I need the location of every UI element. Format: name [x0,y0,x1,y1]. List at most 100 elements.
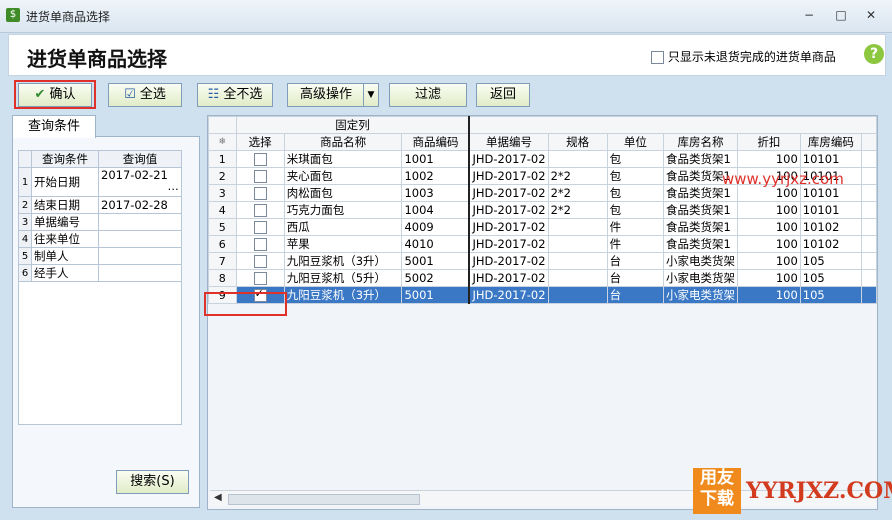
scroll-left-icon[interactable]: ◀ [214,492,222,503]
column-filler [860,286,877,304]
cell-spec [547,235,608,253]
header-spacer [468,116,877,134]
row-checkbox[interactable] [253,272,267,285]
cell-scode: 105 [799,252,862,270]
cell-unit: 台 [606,252,665,270]
query-row[interactable]: 6 经手人 [18,264,182,282]
query-condition-cell: 经手人 [31,264,99,282]
watermark-domain: YYRJXZ.COM [746,478,892,504]
query-value-cell[interactable]: 2017-02-21 ⋯ [98,167,182,197]
column-header-store[interactable]: 库房名称 [663,133,739,151]
tab-query-conditions[interactable]: 查询条件 [12,115,96,138]
column-header-name[interactable]: 商品名称 [283,133,403,151]
select-cell[interactable] [235,201,285,219]
table-row[interactable]: 4 巧克力面包 1004 JHD-2017-02 2*2 包食品类货架1 100 10101 [208,201,877,219]
select-cell[interactable] [235,252,285,270]
scroll-thumb[interactable] [228,494,420,505]
select-cell[interactable] [235,150,285,168]
unreturned-only-checkbox[interactable]: 只显示未退货完成的进货单商品 [651,48,836,65]
table-row[interactable]: 9九阳豆浆机（3升）5001JHD-2017-02台小家电类货架100105 [208,286,877,304]
column-header-unit[interactable]: 单位 [606,133,665,151]
filter-button[interactable]: 过滤 [389,83,467,107]
select-none-button[interactable]: ☷ 全不选 [197,83,273,107]
row-number: 1 [208,150,237,168]
select-cell[interactable] [235,269,285,287]
column-header-bill[interactable]: 单据编号 [468,133,549,151]
checkbox-box[interactable] [651,51,664,64]
row-number: 3 [18,213,32,231]
row-checkbox[interactable] [253,221,267,234]
cell-store: 小家电类货架 [663,286,739,304]
page-title: 进货单商品选择 [27,47,167,71]
cell-bill: JHD-2017-02 [468,235,549,253]
maximize-button[interactable]: □ [832,8,850,22]
query-value-cell[interactable]: 2017-02-28 [98,196,182,214]
row-checkbox[interactable] [253,187,267,200]
snowflake-icon[interactable]: ❄ [208,133,237,151]
column-header-discount[interactable]: 折扣 [737,133,801,151]
column-filler [860,235,877,253]
cell-name: 九阳豆浆机（5升） [283,269,403,287]
table-row[interactable]: 1 米琪面包 1001 JHD-2017-02 包食品类货架1 100 10101 [208,150,877,168]
query-row[interactable]: 1 开始日期 2017-02-21 ⋯ [18,167,182,197]
advanced-ops-button[interactable]: 高级操作 ▼ [287,83,379,107]
cell-code: 4009 [401,218,471,236]
watermark-url: www.yyrjxz.com [722,170,844,188]
cell-code: 1002 [401,167,471,185]
cell-code: 1004 [401,201,471,219]
column-header-spec[interactable]: 规格 [547,133,608,151]
query-value-cell[interactable] [98,230,182,248]
ellipsis-icon[interactable]: ⋯ [168,182,180,196]
row-checkbox[interactable] [253,204,267,217]
column-header-store-code[interactable]: 库房编码 [799,133,862,151]
select-cell[interactable] [235,218,285,236]
cell-code: 1003 [401,184,471,202]
query-value-cell[interactable] [98,264,182,282]
cell-bill: JHD-2017-02 [468,218,549,236]
cell-disc: 100 [737,218,801,236]
cell-bill: JHD-2017-02 [468,252,549,270]
minimize-button[interactable]: − [800,8,818,22]
back-label: 返回 [489,87,516,102]
query-value: 2017-02-21 [101,168,168,182]
column-header-select[interactable]: 选择 [235,133,285,151]
cell-scode: 10102 [799,235,862,253]
column-filler [860,201,877,219]
row-checkbox[interactable] [253,238,267,251]
table-row[interactable]: 8 九阳豆浆机（5升） 5002 JHD-2017-02 台小家电类货架 100 105 [208,269,877,287]
close-button[interactable]: ✕ [862,8,880,22]
table-row[interactable]: 5 西瓜 4009 JHD-2017-02 件食品类货架1 100 10102 [208,218,877,236]
cell-spec [547,286,608,304]
row-number: 4 [18,230,32,248]
cell-spec [547,150,608,168]
select-cell[interactable] [235,167,285,185]
row-checkbox[interactable] [253,170,267,183]
column-filler [860,252,877,270]
column-header-code[interactable]: 商品编码 [401,133,471,151]
select-cell[interactable] [235,235,285,253]
row-checkbox[interactable] [253,153,267,166]
table-row[interactable]: 6 苹果 4010 JHD-2017-02 件食品类货架1 100 10102 [208,235,877,253]
query-value-cell[interactable] [98,247,182,265]
search-button[interactable]: 搜索(S) [116,470,189,494]
table-row[interactable]: 7 九阳豆浆机（3升） 5001 JHD-2017-02 台小家电类货架 100 105 [208,252,877,270]
column-header: 查询值 [98,150,182,168]
query-row[interactable]: 2 结束日期 2017-02-28 [18,196,182,214]
back-button[interactable]: 返回 [476,83,530,107]
row-checkbox[interactable] [253,255,267,268]
query-value-cell[interactable] [98,213,182,231]
dropdown-arrow-icon[interactable]: ▼ [363,84,378,106]
row-number: 8 [208,269,237,287]
query-condition-cell: 往来单位 [31,230,99,248]
column-header: 查询条件 [31,150,99,168]
help-icon[interactable]: ? [864,44,884,64]
select-all-button[interactable]: ☑ 全选 [108,83,182,107]
select-cell[interactable] [235,184,285,202]
cell-disc: 100 [737,269,801,287]
query-row[interactable]: 4 往来单位 [18,230,182,248]
column-filler [860,184,877,202]
cell-store: 小家电类货架 [663,269,739,287]
query-row[interactable]: 3 单据编号 [18,213,182,231]
column-filler [860,167,877,185]
query-row[interactable]: 5 制单人 [18,247,182,265]
